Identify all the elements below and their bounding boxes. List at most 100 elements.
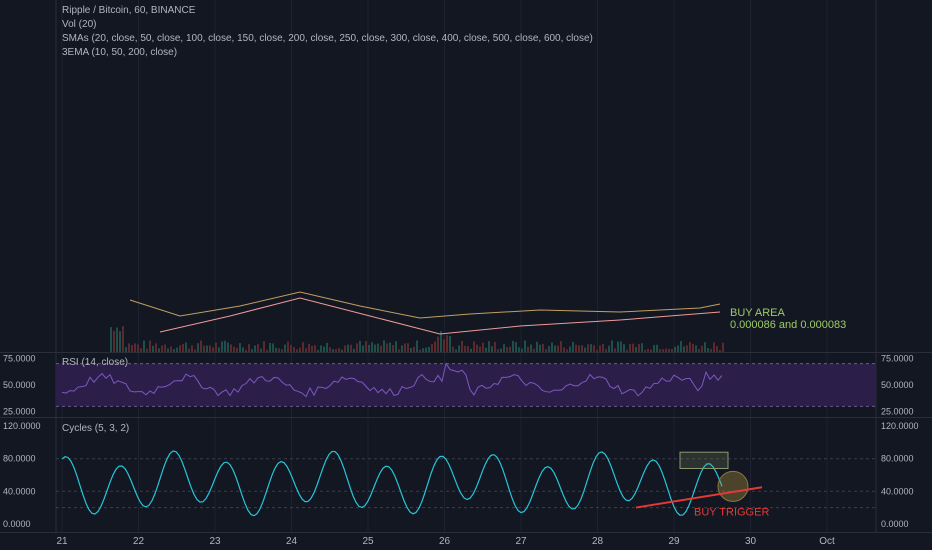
volume-bar [665, 348, 667, 352]
volume-bar [158, 348, 160, 352]
volume-bar [116, 327, 118, 352]
volume-bar [212, 347, 214, 352]
volume-bar [608, 345, 610, 352]
volume-bar [569, 346, 571, 352]
volume-bar [299, 347, 301, 352]
volume-bar [488, 341, 490, 352]
volume-bar [185, 342, 187, 352]
volume-bar [641, 343, 643, 352]
volume-bar [515, 342, 517, 352]
volume-bar [536, 341, 538, 352]
volume-bar [683, 346, 685, 352]
volume-bar [350, 344, 352, 352]
volume-bar [575, 344, 577, 352]
volume-bar [413, 346, 415, 352]
volume-bar [194, 349, 196, 352]
cycles-circle [717, 470, 749, 502]
cycles-tick-right: 40.0000 [881, 486, 914, 496]
volume-bar [311, 345, 313, 352]
volume-bar [386, 343, 388, 352]
volume-bar [626, 349, 628, 352]
volume-bar [497, 349, 499, 352]
volume-bar [119, 331, 121, 352]
volume-bar [170, 346, 172, 352]
volume-bar [140, 348, 142, 352]
volume-bar [644, 349, 646, 352]
volume-bar [182, 343, 184, 352]
volume-bar [434, 341, 436, 352]
volume-bar [584, 347, 586, 352]
ema-legend[interactable]: 3EMA (10, 50, 200, close) [62, 47, 177, 58]
volume-bar [236, 347, 238, 352]
volume-bar [620, 341, 622, 352]
volume-bar [479, 346, 481, 352]
volume-bar [410, 347, 412, 352]
volume-bar [467, 346, 469, 352]
volume-bar [449, 335, 451, 352]
volume-bar [152, 345, 154, 352]
volume-bar [716, 346, 718, 352]
volume-bar [326, 342, 328, 352]
volume-bar [200, 340, 202, 352]
volume-bar [437, 336, 439, 352]
volume-bar [305, 348, 307, 352]
volume-bar [722, 342, 724, 352]
volume-bar [374, 344, 376, 352]
volume-bar [242, 347, 244, 352]
volume-bar [197, 343, 199, 352]
x-tick-label: 21 [56, 536, 68, 547]
x-tick-label: 30 [745, 536, 757, 547]
volume-bar [269, 342, 271, 352]
cycles-tick-left: 120.0000 [3, 421, 41, 431]
volume-bar [572, 341, 574, 352]
cycles-box [679, 451, 729, 469]
cycles-tick-right: 0.0000 [881, 519, 909, 529]
x-tick-label: 27 [515, 536, 527, 547]
volume-bar [392, 344, 394, 352]
volume-bar [314, 345, 316, 352]
volume-bar [146, 348, 148, 352]
volume-bar [656, 344, 658, 352]
volume-bar [128, 343, 130, 352]
cycles-legend[interactable]: Cycles (5, 3, 2) [62, 423, 129, 434]
volume-bar [143, 340, 145, 352]
volume-bar [614, 348, 616, 352]
volume-bar [689, 342, 691, 352]
volume-bar [179, 345, 181, 352]
vol-legend[interactable]: Vol (20) [62, 19, 96, 30]
volume-bar [371, 342, 373, 352]
volume-bar [428, 346, 430, 352]
rsi-tick-right: 50.0000 [881, 380, 914, 390]
volume-bar [530, 344, 532, 352]
volume-bar [455, 349, 457, 352]
cycles-tick-right: 120.0000 [881, 421, 919, 431]
volume-bar [248, 344, 250, 352]
volume-bar [395, 341, 397, 352]
volume-bar [275, 347, 277, 352]
volume-bar [149, 340, 151, 352]
volume-bar [599, 345, 601, 352]
buy-trigger-label: BUY TRIGGER [694, 507, 769, 519]
volume-bar [527, 346, 529, 352]
volume-bar [653, 345, 655, 352]
volume-bar [533, 348, 535, 352]
volume-bar [605, 349, 607, 352]
rsi-legend[interactable]: RSI (14, close) [62, 357, 128, 368]
volume-bar [113, 330, 115, 352]
volume-bar [542, 343, 544, 352]
volume-bar [602, 343, 604, 352]
sma-legend[interactable]: SMAs (20, close, 50, close, 100, close, … [62, 33, 593, 44]
volume-bar [464, 345, 466, 352]
x-tick-label: 24 [286, 536, 298, 547]
volume-bar [662, 349, 664, 352]
volume-bar [167, 348, 169, 352]
volume-bar [695, 345, 697, 352]
volume-bar [491, 346, 493, 352]
volume-bar [365, 341, 367, 352]
volume-bar [176, 347, 178, 352]
volume-bar [206, 345, 208, 352]
volume-bar [596, 349, 598, 352]
volume-bar [707, 347, 709, 352]
volume-bar [188, 348, 190, 352]
symbol-legend[interactable]: Ripple / Bitcoin, 60, BINANCE [62, 5, 195, 16]
